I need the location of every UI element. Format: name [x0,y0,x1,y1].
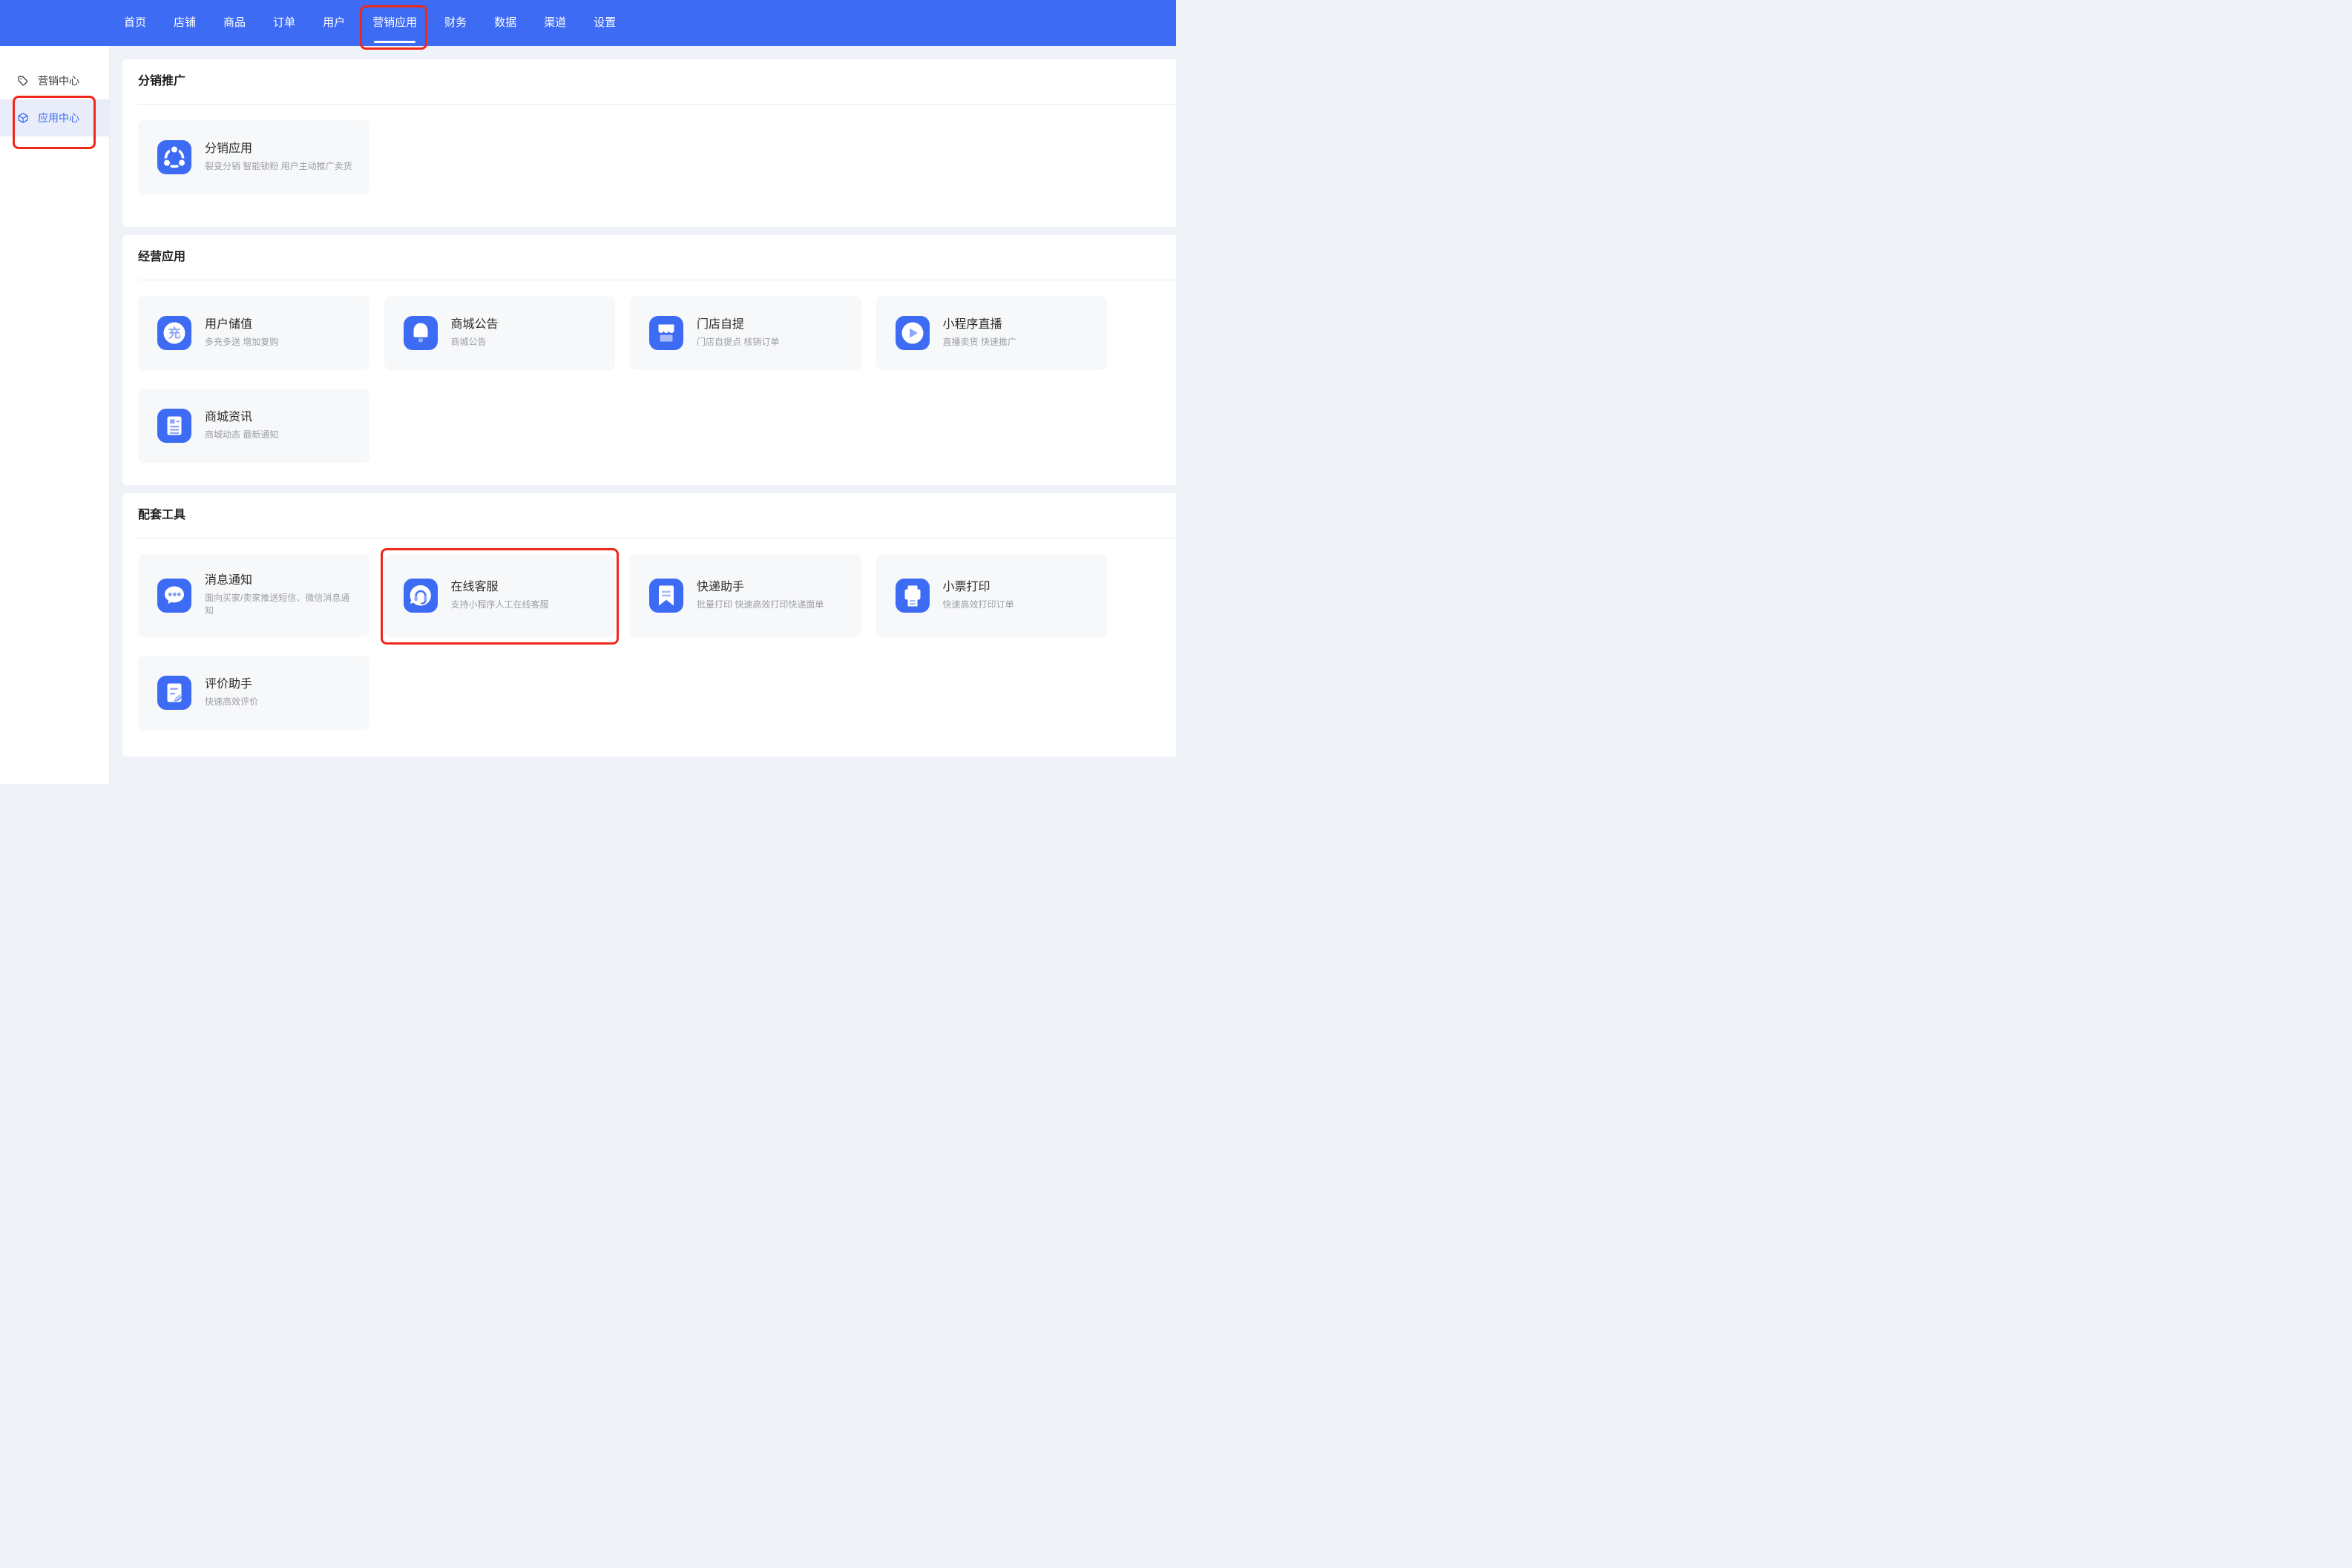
nav-item-users[interactable]: 用户 [323,0,345,46]
app-center-content: 分销推广 分销应用 裂变分销 智能锁粉 用户主动推广卖货 经营应用 [122,46,1176,784]
cube-icon [17,112,29,124]
message-bubble-icon [157,579,191,613]
card-subtitle: 裂变分销 智能锁粉 用户主动推广卖货 [205,160,352,173]
card-subtitle: 直播卖货 快速推广 [943,336,1016,349]
nav-item-marketing-apps[interactable]: 营销应用 [372,0,417,46]
nav-item-finance[interactable]: 财务 [444,0,467,46]
card-subtitle: 快速高效打印订单 [943,599,1014,611]
section-distribution: 分销推广 分销应用 裂变分销 智能锁粉 用户主动推广卖货 [122,59,1176,227]
printer-icon [896,579,930,613]
section-title: 配套工具 [138,510,1176,521]
app-card-online-service[interactable]: 在线客服 支持小程序人工在线客服 [384,554,616,637]
main-nav: 首页 店铺 商品 订单 用户 营销应用 财务 数据 渠道 设置 [0,0,1176,46]
app-card-distribution[interactable]: 分销应用 裂变分销 智能锁粉 用户主动推广卖货 [138,120,369,194]
section-divider [138,104,1176,105]
customer-service-icon [404,579,438,613]
app-card-mall-news[interactable]: 商城资讯 商城动态 最新通知 [138,389,369,463]
review-pen-icon [157,676,191,710]
admin-console: 首页 店铺 商品 订单 用户 营销应用 财务 数据 渠道 设置 营销中心 应用中… [0,0,1176,784]
card-title: 快递助手 [697,581,824,593]
section-title: 分销推广 [138,76,1176,88]
card-title: 消息通知 [205,574,355,587]
card-title: 小票打印 [943,581,1014,593]
news-icon [157,409,191,443]
card-subtitle: 快速高效评价 [205,696,258,708]
sidebar-item-marketing-center[interactable]: 营销中心 [0,62,109,99]
card-subtitle: 多充多送 增加复购 [205,336,278,349]
card-title: 分销应用 [205,142,352,155]
card-title: 用户储值 [205,318,278,331]
sidebar-item-label: 应用中心 [38,111,79,125]
card-subtitle: 门店自提点 核销订单 [697,336,779,349]
card-title: 商城公告 [451,318,499,331]
card-subtitle: 商城动态 最新通知 [205,429,278,441]
app-card-express-helper[interactable]: 快递助手 批量打印 快速高效打印快递面单 [630,554,861,637]
section-operations: 经营应用 充 用户储值 多充多送 增加复购 [122,235,1176,485]
nav-item-shop[interactable]: 店铺 [174,0,196,46]
card-title: 小程序直播 [943,318,1016,331]
nav-item-goods[interactable]: 商品 [223,0,246,46]
live-play-icon [896,316,930,350]
bell-icon [404,316,438,350]
card-title: 在线客服 [451,581,549,593]
nav-item-home[interactable]: 首页 [124,0,146,46]
nav-item-data[interactable]: 数据 [494,0,516,46]
app-card-mall-announcement[interactable]: 商城公告 商城公告 [384,296,616,370]
sidebar: 营销中心 应用中心 [0,46,110,784]
tag-icon [17,75,29,87]
card-subtitle: 支持小程序人工在线客服 [451,599,549,611]
card-grid: 消息通知 面向买家/卖家推送短信、微信消息通知 在线客服 支持小程序人工在线客服 [138,554,1107,730]
section-title: 经营应用 [138,251,1176,263]
app-card-store-pickup[interactable]: 门店自提 门店自提点 核销订单 [630,296,861,370]
card-title: 评价助手 [205,678,258,691]
card-title: 商城资讯 [205,411,278,424]
top-navbar: 首页 店铺 商品 订单 用户 营销应用 财务 数据 渠道 设置 [0,0,1176,46]
waybill-icon [649,579,683,613]
card-subtitle: 商城公告 [451,336,499,349]
app-card-review-helper[interactable]: 评价助手 快速高效评价 [138,656,369,730]
nav-item-channels[interactable]: 渠道 [544,0,566,46]
section-tools: 配套工具 消息通知 面向买家/卖家推送短信、微信消息通知 [122,493,1176,757]
app-card-user-recharge[interactable]: 充 用户储值 多充多送 增加复购 [138,296,369,370]
nav-item-settings[interactable]: 设置 [594,0,616,46]
sidebar-item-app-center[interactable]: 应用中心 [0,99,109,136]
storefront-icon [649,316,683,350]
sidebar-item-label: 营销中心 [38,73,79,88]
app-card-message-notify[interactable]: 消息通知 面向买家/卖家推送短信、微信消息通知 [138,554,369,637]
app-card-miniprogram-live[interactable]: 小程序直播 直播卖货 快速推广 [876,296,1108,370]
card-grid: 充 用户储值 多充多送 增加复购 商城公告 商城公告 [138,296,1107,463]
card-grid: 分销应用 裂变分销 智能锁粉 用户主动推广卖货 [138,120,1107,194]
app-card-receipt-print[interactable]: 小票打印 快速高效打印订单 [876,554,1108,637]
card-title: 门店自提 [697,318,779,331]
svg-text:充: 充 [168,326,181,340]
card-subtitle: 批量打印 快速高效打印快递面单 [697,599,824,611]
card-subtitle: 面向买家/卖家推送短信、微信消息通知 [205,592,355,617]
nav-item-orders[interactable]: 订单 [273,0,295,46]
share-icon [157,140,191,174]
recharge-icon: 充 [157,316,191,350]
